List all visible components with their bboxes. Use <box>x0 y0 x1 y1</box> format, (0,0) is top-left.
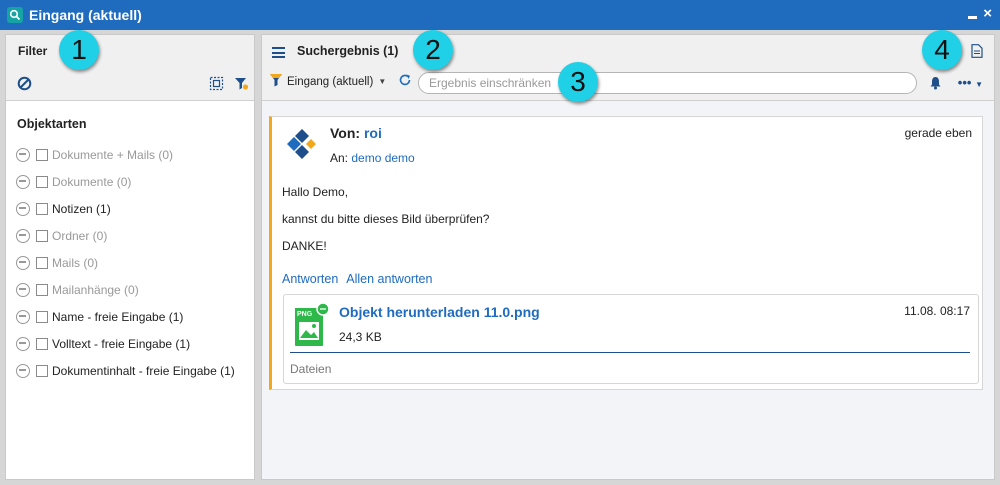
chevron-down-icon: ▼ <box>378 77 387 86</box>
attachment-size: 24,3 KB <box>339 330 382 344</box>
note-body-line: Hallo Demo, <box>282 185 349 199</box>
result-pane: Suchergebnis (1) Eingang (aktuell) ▼ •••… <box>261 34 995 480</box>
filter-title: Filter <box>18 44 48 58</box>
filter-label: Notizen (1) <box>52 201 111 216</box>
filter-settings-icon[interactable] <box>234 76 249 94</box>
filter-item[interactable]: Notizen (1) <box>16 195 235 222</box>
filter-checkbox[interactable] <box>36 364 48 377</box>
result-title: Suchergebnis (1) <box>297 44 399 58</box>
exclude-icon[interactable] <box>16 282 30 297</box>
exclude-icon[interactable] <box>16 336 30 351</box>
exclude-icon[interactable] <box>16 228 30 243</box>
filter-label: Dokumentinhalt - freie Eingabe (1) <box>52 363 235 378</box>
png-type-label: PNG <box>297 311 313 318</box>
exclude-icon[interactable] <box>16 309 30 324</box>
attachment-date: 11.08. 08:17 <box>904 304 970 318</box>
exclude-icon[interactable] <box>16 201 30 216</box>
filter-pane: Filter Objektarten Dokumente + Mails (0)… <box>5 34 255 480</box>
reset-filter-icon[interactable] <box>17 76 32 94</box>
minimize-button[interactable] <box>968 15 978 19</box>
object-types-heading: Objektarten <box>17 117 87 131</box>
more-options-button[interactable]: ••• ▼ <box>958 75 983 90</box>
exclude-icon[interactable] <box>16 147 30 162</box>
filter-label: Volltext - freie Eingabe (1) <box>52 336 191 351</box>
source-selector[interactable]: Eingang (aktuell) ▼ <box>269 73 412 90</box>
note-actions: Antworten Allen antworten <box>282 272 432 286</box>
exclude-icon[interactable] <box>16 255 30 270</box>
attachment-title[interactable]: Objekt herunterladen 11.0.png <box>339 304 540 320</box>
close-button[interactable]: × <box>983 6 992 21</box>
png-file-icon: PNG <box>294 302 330 351</box>
filter-checkbox[interactable] <box>36 175 48 188</box>
callout-badge-1: 1 <box>59 30 99 70</box>
reply-all-link[interactable]: Allen antworten <box>346 272 432 286</box>
refresh-icon[interactable] <box>398 73 412 90</box>
filter-item[interactable]: Volltext - freie Eingabe (1) <box>16 330 235 357</box>
result-filter-input[interactable] <box>418 72 917 94</box>
recipient-link[interactable]: demo demo <box>351 151 414 165</box>
sender-avatar <box>285 127 319 164</box>
window-titlebar: Eingang (aktuell) × <box>0 0 1000 30</box>
note-body-line: DANKE! <box>282 239 327 253</box>
filter-label: Dokumente + Mails (0) <box>52 147 174 162</box>
filter-label: Name - freie Eingabe (1) <box>52 309 184 324</box>
source-label: Eingang (aktuell) <box>287 75 374 88</box>
filter-item[interactable]: Name - freie Eingabe (1) <box>16 303 235 330</box>
chevron-down-icon: ▼ <box>975 80 983 89</box>
result-header: Suchergebnis (1) Eingang (aktuell) ▼ •••… <box>262 35 994 101</box>
filter-item[interactable]: Mails (0) <box>16 249 235 276</box>
filter-checkbox[interactable] <box>36 148 48 161</box>
filter-checkbox[interactable] <box>36 337 48 350</box>
filter-item[interactable]: Dokumentinhalt - freie Eingabe (1) <box>16 357 235 384</box>
select-area-icon[interactable] <box>209 76 224 94</box>
divider <box>290 352 970 353</box>
filter-checkbox[interactable] <box>36 202 48 215</box>
filter-item[interactable]: Dokumente (0) <box>16 168 235 195</box>
callout-badge-4: 4 <box>922 30 962 70</box>
note-card[interactable]: Von: roi An: demo demo gerade eben Hallo… <box>269 116 983 390</box>
filter-item[interactable]: Ordner (0) <box>16 222 235 249</box>
filter-header: Filter <box>6 35 254 101</box>
more-options-label: ••• <box>957 75 972 90</box>
note-sender: Von: roi <box>330 125 382 141</box>
inbox-icon <box>269 73 283 90</box>
to-label: An: <box>330 151 349 165</box>
bell-icon[interactable] <box>929 76 942 93</box>
search-icon <box>7 7 23 23</box>
window-title: Eingang (aktuell) <box>29 7 142 23</box>
filter-label: Dokumente (0) <box>52 174 132 189</box>
files-tab[interactable]: Dateien <box>290 362 331 376</box>
note-recipient: An: demo demo <box>330 151 415 165</box>
filter-checkbox[interactable] <box>36 256 48 269</box>
filter-label: Mails (0) <box>52 255 99 270</box>
hamburger-menu-icon[interactable] <box>272 47 285 61</box>
reply-link[interactable]: Antworten <box>282 272 338 286</box>
filter-item[interactable]: Dokumente + Mails (0) <box>16 141 235 168</box>
exclude-icon[interactable] <box>16 174 30 189</box>
from-label: Von: <box>330 125 361 141</box>
filter-label: Ordner (0) <box>52 228 108 243</box>
note-time: gerade eben <box>904 126 972 140</box>
filter-checkbox[interactable] <box>36 283 48 296</box>
attachment-card[interactable]: PNG Objekt herunterladen 11.0.png 24,3 K… <box>283 294 979 384</box>
callout-badge-3: 3 <box>558 62 598 102</box>
filter-item[interactable]: Mailanhänge (0) <box>16 276 235 303</box>
filter-checkbox[interactable] <box>36 310 48 323</box>
filter-checkbox[interactable] <box>36 229 48 242</box>
sender-link[interactable]: roi <box>364 125 382 141</box>
object-type-list: Dokumente + Mails (0) Dokumente (0) Noti… <box>16 141 235 384</box>
exclude-icon[interactable] <box>16 363 30 378</box>
filter-label: Mailanhänge (0) <box>52 282 139 297</box>
callout-badge-2: 2 <box>413 30 453 70</box>
note-body-line: kannst du bitte dieses Bild überprüfen? <box>282 212 490 226</box>
document-icon[interactable] <box>971 44 983 61</box>
